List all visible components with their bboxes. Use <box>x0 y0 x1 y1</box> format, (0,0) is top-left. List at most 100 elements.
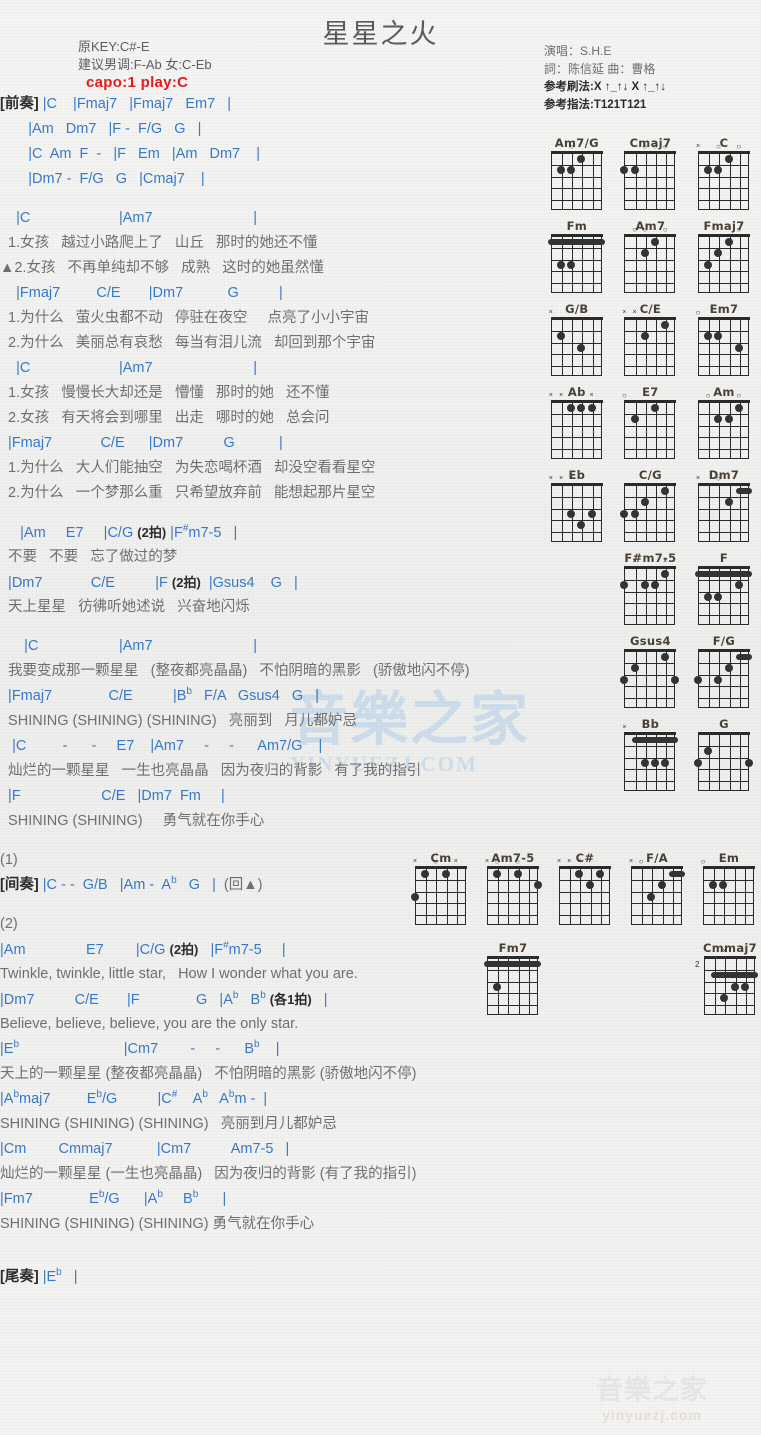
chord-diagram-grid: ○ ○ <box>697 391 750 460</box>
fret-line <box>704 914 753 916</box>
finger-dot <box>640 332 649 341</box>
string-line <box>642 869 644 924</box>
chord-diagram-Eb: Eb × × × <box>540 468 614 543</box>
string-line <box>729 486 731 541</box>
finger-dot <box>567 166 576 175</box>
string-line <box>739 154 741 209</box>
string-line <box>739 569 741 624</box>
open-string-icon: ○ <box>432 857 438 866</box>
string-line <box>672 869 674 924</box>
muted-string-icon: × <box>548 475 553 482</box>
finger-dot <box>587 509 596 518</box>
string-line <box>729 735 731 790</box>
chord-diagram-Em7: Em7 ○ <box>687 302 761 377</box>
chord-diagram-grid: × <box>693 641 752 709</box>
fret-line <box>698 188 748 190</box>
open-string-icon: ○ <box>695 308 701 317</box>
chord-diagram-Am7-5: Am7-5 × ○ ○ <box>477 851 549 926</box>
fret-line <box>551 354 601 356</box>
fret-line <box>416 914 465 916</box>
fret-line <box>551 199 601 201</box>
lyric-line: SHINING (SHINING) (SHINING) 亮丽到 月儿都妒忌 <box>0 713 357 729</box>
chord-diagram-Am: Am ○ ○ <box>687 385 761 460</box>
string-markers: × <box>704 947 756 956</box>
finger-dot <box>709 881 718 890</box>
muted-string-icon: × <box>726 641 731 648</box>
finger-dot <box>657 881 666 890</box>
string-line <box>635 237 637 292</box>
fret-line <box>625 697 675 699</box>
chord-diagram-E7: E7 ○ <box>614 385 688 460</box>
chord-diagram-row: G/B × C/E × × Em7 ○ <box>540 302 761 377</box>
fret-line <box>551 282 601 284</box>
finger-dot <box>620 675 629 684</box>
finger-dot <box>620 509 629 518</box>
finger-dot <box>640 498 649 507</box>
chord-diagram-row: Gsus4 F/G × <box>540 634 761 709</box>
string-markers: × ○ × <box>413 857 467 866</box>
fret-line <box>625 603 675 605</box>
finger-dot <box>704 166 713 175</box>
string-line <box>714 869 716 924</box>
chord-diagram-Am7-G: Am7/G ○ <box>540 136 614 211</box>
string-markers: × × <box>622 308 676 317</box>
open-string-icon: ○ <box>515 857 521 866</box>
chord-line: |Fmaj7 C/E |Bb F/A Gsus4 G | <box>0 686 320 704</box>
open-string-icon: ○ <box>632 225 637 234</box>
string-line <box>645 652 647 707</box>
barre-bar <box>668 870 685 877</box>
finger-dot <box>585 881 594 890</box>
fret-line <box>698 437 748 439</box>
open-string-icon: ○ <box>638 857 644 866</box>
lyric-line: 灿烂的一颗星星 一生也亮晶晶 因为夜归的背影 有了我的指引 <box>0 763 422 779</box>
fret-line <box>632 914 681 916</box>
chord-diagram-row: Bb × G <box>540 717 761 792</box>
chord-diagram-grid: ○ <box>701 857 755 926</box>
chord-diagram-Cmmaj7: Cmmaj7 × 2 <box>694 941 761 1016</box>
muted-string-icon: × <box>589 392 594 399</box>
string-line <box>666 154 668 209</box>
fret-line <box>632 880 681 882</box>
string-line <box>590 869 592 924</box>
string-line <box>655 486 658 541</box>
lyric-line: 1.女孩 越过小路爬上了 山丘 那时的她还不懂 <box>0 235 318 251</box>
muted-string-icon: × <box>484 858 490 865</box>
fret-line <box>698 354 748 356</box>
string-markers: × ○ <box>629 857 683 866</box>
chord-line: |C Am F - |F Em |Am Dm7 | <box>0 146 260 162</box>
fret-line <box>560 914 609 916</box>
chord-diagram-grid <box>547 234 605 294</box>
fret-line <box>698 663 748 665</box>
lyric-line: 我要变成那一颗星星 (整夜都亮晶晶) 不怕阴暗的黑影 (骄傲地闪不停) <box>0 663 470 679</box>
fret-line <box>698 414 748 416</box>
open-string-icon: ○ <box>494 857 500 866</box>
barre-bar <box>711 972 758 979</box>
chord-diagram-row: Ab × × × E7 ○ Am ○ ○ <box>540 385 761 460</box>
open-string-icon: ○ <box>568 142 574 151</box>
finger-dot <box>671 675 680 684</box>
fret-line <box>625 437 675 439</box>
string-line <box>739 486 741 541</box>
chord-line: |Am Dm7 |F - F/G G | <box>0 121 202 137</box>
string-line <box>734 869 736 924</box>
fret-line <box>625 614 675 616</box>
string-line <box>724 869 726 924</box>
chord-line: |C |Am7 | <box>0 210 258 226</box>
string-markers <box>487 947 539 956</box>
string-line <box>582 237 584 292</box>
chord-diagram-Cmaj7: Cmaj7 ○ ○ ○ <box>614 136 688 211</box>
finger-dot <box>556 332 565 341</box>
string-line <box>739 652 741 707</box>
string-markers: ○ ○ <box>698 391 750 400</box>
string-line <box>561 154 564 209</box>
string-line <box>655 320 658 375</box>
open-string-icon: ○ <box>705 391 711 400</box>
fret-line <box>625 746 675 748</box>
string-markers <box>551 225 603 234</box>
fretboard <box>624 236 676 293</box>
chord-line: |C - - E7 |Am7 - - Am7/G | <box>0 738 323 754</box>
finger-dot <box>620 581 629 590</box>
muted-string-icon: × <box>663 558 668 565</box>
